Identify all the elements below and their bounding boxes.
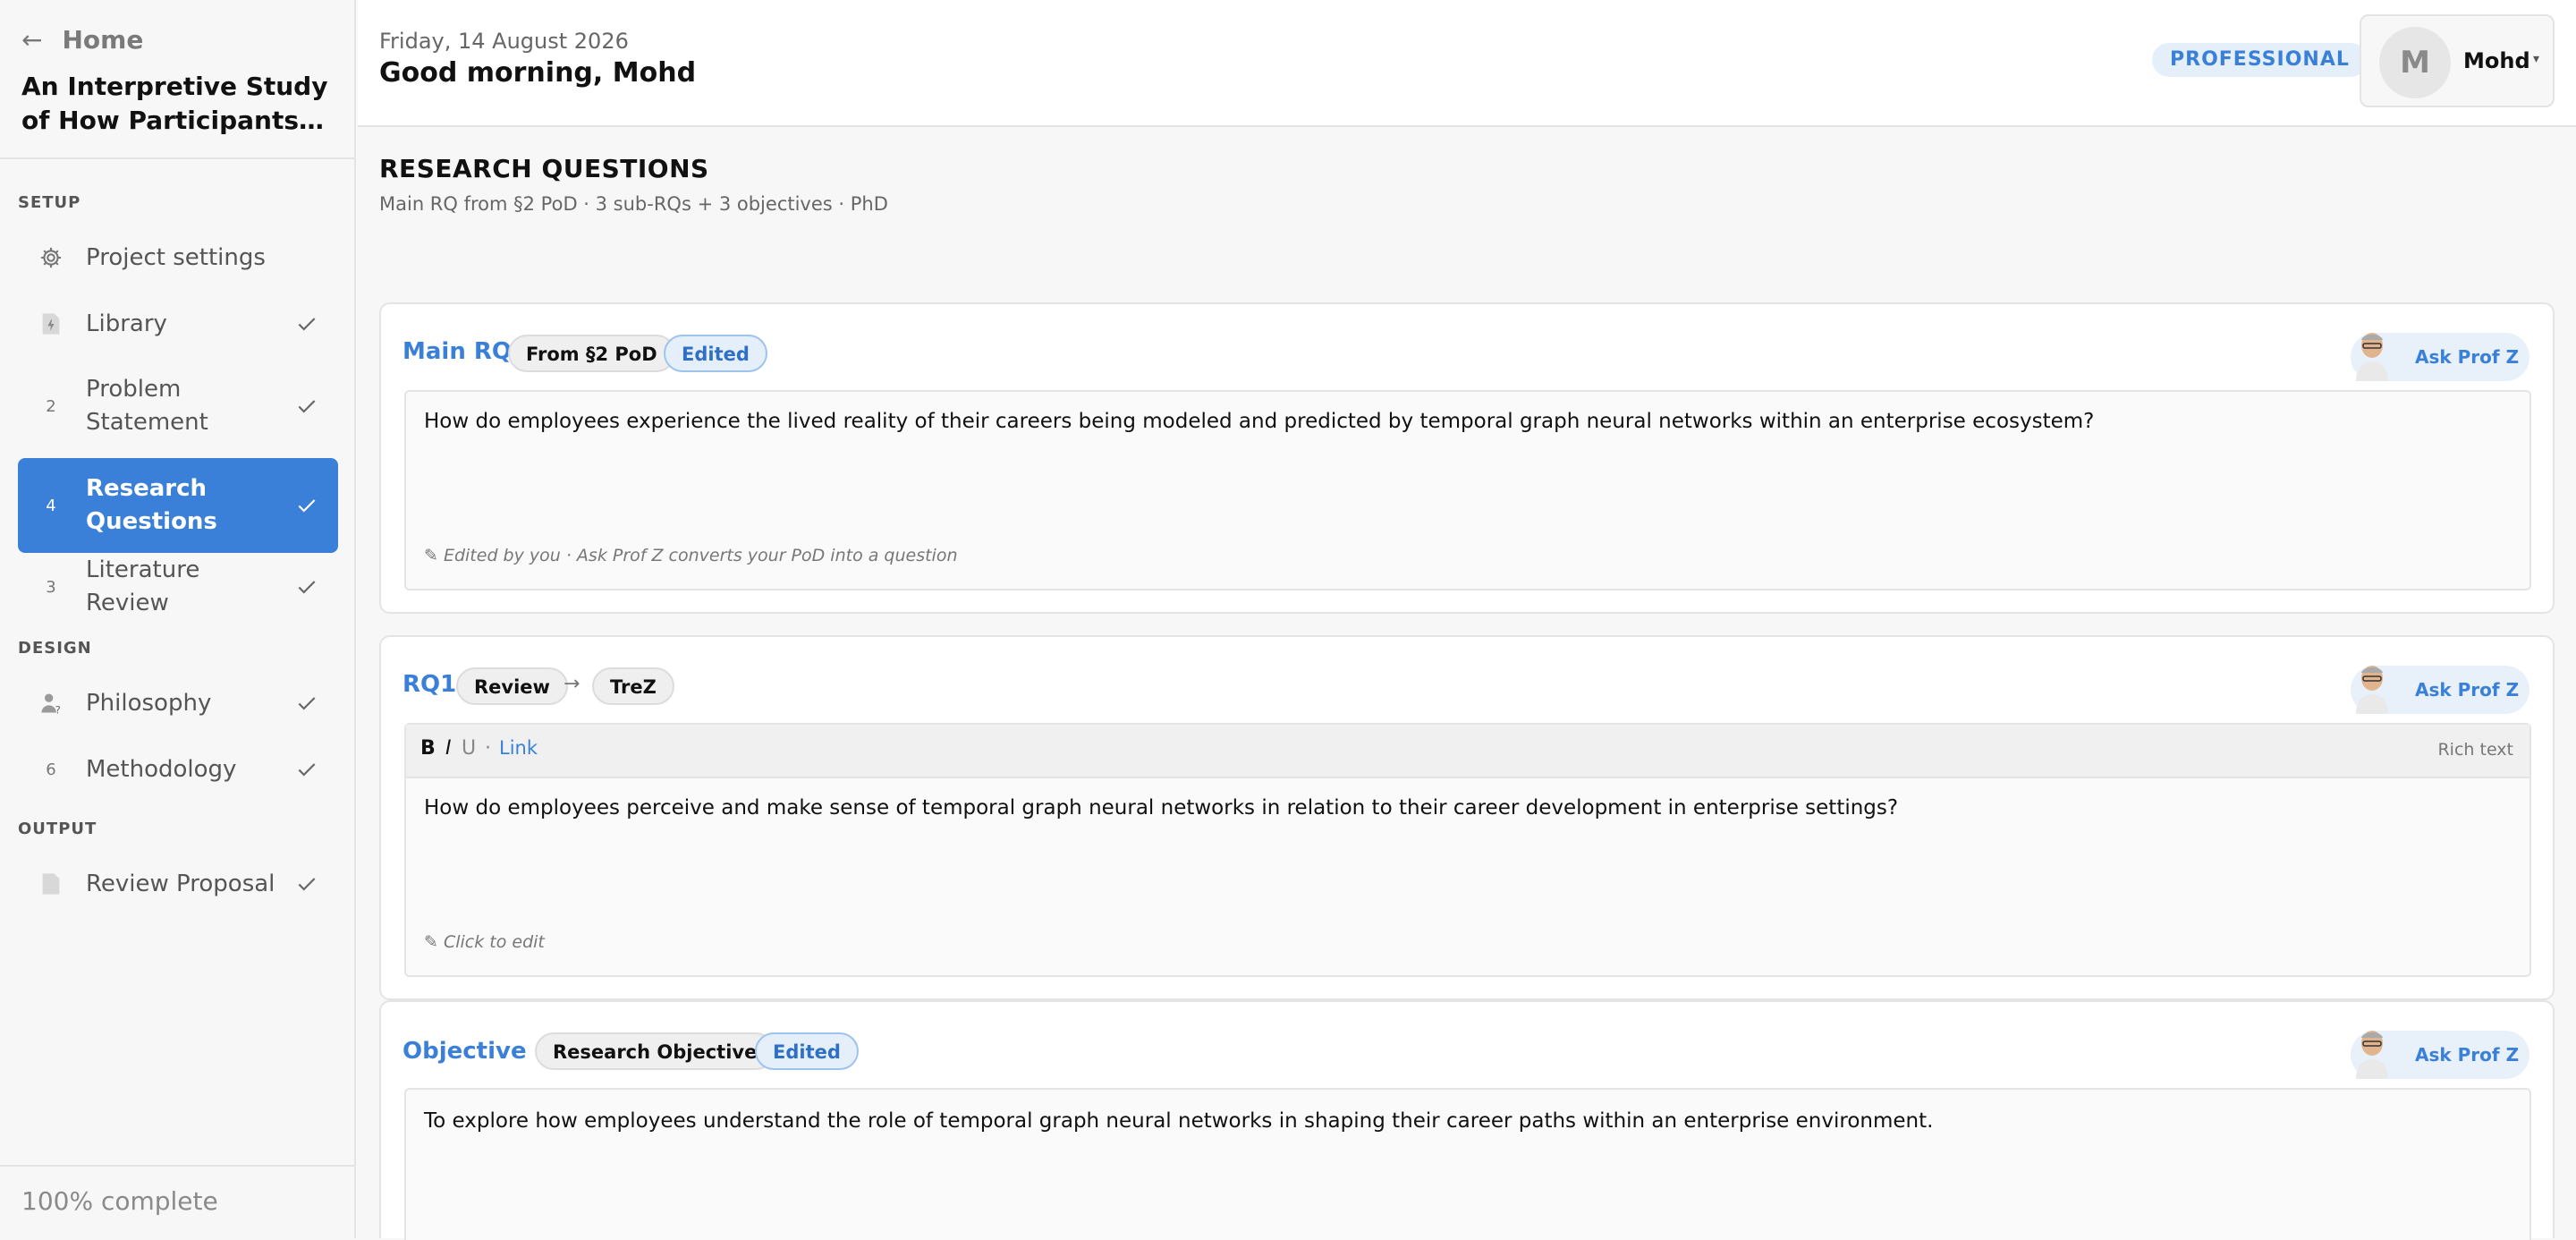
- prof-z-avatar-icon: [2356, 333, 2388, 381]
- main-rq-card: Main RQ From §2 PoD Edited Ask Prof Z Ho…: [379, 302, 2555, 614]
- sidebar-item-label: Literature Review: [86, 556, 200, 616]
- rq1-editor[interactable]: B I U · Link Rich text How do employees …: [404, 723, 2531, 977]
- sidebar-item-label: Problem Statement: [86, 376, 208, 436]
- sidebar-item-label: Research Questions: [86, 475, 217, 535]
- section-label-output: OUTPUT: [18, 820, 97, 838]
- user-name: Mohd: [2463, 48, 2530, 73]
- sidebar-item-label: Methodology: [86, 755, 237, 783]
- check-icon: [298, 318, 316, 331]
- sidebar-item-project-settings[interactable]: Project settings: [18, 234, 338, 281]
- main-rq-editor[interactable]: How do employees experience the lived re…: [404, 390, 2531, 590]
- rq1-text[interactable]: How do employees perceive and make sense…: [424, 796, 1898, 820]
- link-button[interactable]: Link: [499, 737, 538, 759]
- ask-prof-z-button[interactable]: Ask Prof Z: [2351, 333, 2529, 381]
- check-icon: [298, 499, 316, 513]
- step-number-icon: 4: [46, 496, 56, 515]
- ask-prof-z-label: Ask Prof Z: [2415, 346, 2520, 368]
- toolbar-separator: ·: [485, 737, 491, 760]
- reviewer-chip: TreZ: [592, 667, 674, 705]
- prof-z-avatar-icon: [2356, 666, 2388, 714]
- edit-note: ✎ Edited by you · Ask Prof Z converts yo…: [424, 546, 958, 565]
- edited-badge: Edited: [755, 1032, 859, 1070]
- person-question-icon: ?: [38, 690, 64, 717]
- ask-prof-z-button[interactable]: Ask Prof Z: [2351, 666, 2529, 714]
- check-icon: [298, 400, 316, 413]
- sidebar-item-label: Review Proposal: [86, 870, 275, 897]
- document-bolt-icon: [38, 310, 64, 337]
- chevron-down-icon: ▾: [2533, 52, 2540, 66]
- source-chip: From §2 PoD: [508, 335, 675, 372]
- page-title: RESEARCH QUESTIONS: [379, 154, 709, 183]
- rich-text-toolbar: B I U · Link Rich text: [406, 725, 2529, 778]
- bold-button[interactable]: B: [420, 737, 436, 760]
- sidebar-item-philosophy[interactable]: ? Philosophy: [18, 680, 338, 726]
- header-date: Friday, 14 August 2026: [379, 29, 629, 54]
- arrow-right-icon: →: [564, 673, 580, 695]
- rq1-card: RQ1 Review → TreZ Ask Prof Z B I U · Lin…: [379, 635, 2555, 1000]
- ask-prof-z-label: Ask Prof Z: [2415, 679, 2520, 701]
- type-chip: Research Objective: [535, 1032, 775, 1070]
- underline-button[interactable]: U: [462, 737, 476, 760]
- check-icon: [298, 697, 316, 710]
- project-title: An Interpretive Study of How Participant…: [21, 72, 328, 135]
- sidebar-item-library[interactable]: Library: [18, 301, 338, 347]
- gear-icon: [38, 244, 64, 271]
- plan-badge: PROFESSIONAL: [2152, 43, 2368, 77]
- sidebar-footer-divider: [0, 1165, 354, 1167]
- sidebar-divider: [0, 157, 354, 159]
- italic-button[interactable]: I: [445, 737, 452, 760]
- sidebar-item-label: Library: [86, 310, 167, 337]
- sidebar-item-literature-review[interactable]: 3 Literature Review: [18, 556, 338, 616]
- header-greeting: Good morning, Mohd: [379, 57, 697, 89]
- card-title: RQ1: [402, 671, 457, 698]
- sidebar-item-methodology[interactable]: 6 Methodology: [18, 746, 338, 793]
- edit-note: ✎ Click to edit: [424, 932, 545, 952]
- rich-text-label: Rich text: [2437, 740, 2513, 760]
- document-icon: [38, 871, 64, 897]
- step-number-icon: 6: [46, 760, 56, 779]
- status-chip: Review: [456, 667, 568, 705]
- step-number-icon: 2: [46, 396, 56, 416]
- card-title: Main RQ: [402, 338, 513, 365]
- sidebar-item-research-questions[interactable]: 4 Research Questions: [18, 458, 338, 553]
- objective-1-text[interactable]: To explore how employees understand the …: [424, 1109, 1933, 1133]
- edited-badge: Edited: [664, 335, 767, 372]
- check-icon: [298, 581, 316, 594]
- sidebar-item-review-proposal[interactable]: Review Proposal: [18, 861, 338, 907]
- back-home-label: Home: [62, 25, 144, 55]
- sidebar: ← Home An Interpretive Study of How Part…: [0, 0, 356, 1238]
- back-home-link[interactable]: ← Home: [21, 25, 143, 55]
- user-menu[interactable]: M Mohd ▾: [2360, 14, 2555, 107]
- ask-prof-z-button[interactable]: Ask Prof Z: [2351, 1031, 2529, 1079]
- svg-text:?: ?: [55, 704, 61, 716]
- check-icon: [298, 763, 316, 777]
- objective-1-editor[interactable]: To explore how employees understand the …: [404, 1088, 2531, 1240]
- sidebar-item-label: Philosophy: [86, 689, 212, 717]
- top-header: Friday, 14 August 2026 Good morning, Moh…: [358, 0, 2576, 127]
- section-label-design: DESIGN: [18, 639, 92, 658]
- objective-1-card: Objective 1 Research Objective Edited As…: [379, 1000, 2555, 1240]
- card-title: Objective 1: [402, 1038, 551, 1065]
- step-number-icon: 3: [46, 577, 56, 597]
- main-rq-text[interactable]: How do employees experience the lived re…: [424, 410, 2094, 433]
- sidebar-item-label: Project settings: [86, 243, 266, 271]
- avatar: M: [2379, 27, 2451, 98]
- section-label-setup: SETUP: [18, 193, 81, 212]
- back-arrow-icon: ←: [21, 25, 43, 55]
- page-subtitle: Main RQ from §2 PoD · 3 sub-RQs + 3 obje…: [379, 193, 888, 215]
- progress-text: 100% complete: [21, 1186, 218, 1216]
- ask-prof-z-label: Ask Prof Z: [2415, 1044, 2520, 1066]
- sidebar-item-problem-statement[interactable]: 2 Problem Statement: [18, 367, 338, 446]
- prof-z-avatar-icon: [2356, 1031, 2388, 1079]
- check-icon: [298, 878, 316, 891]
